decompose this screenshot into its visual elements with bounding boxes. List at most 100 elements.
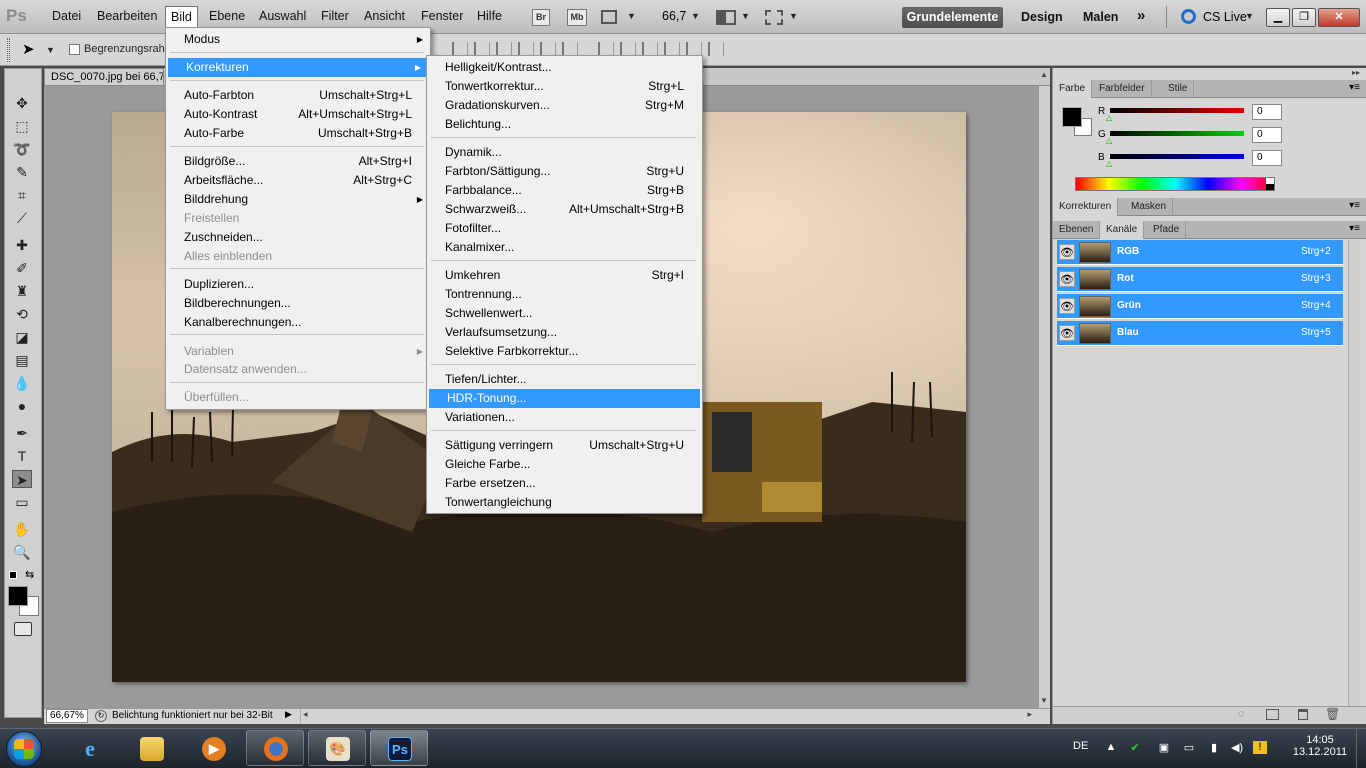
visibility-eye-icon[interactable]: 👁 bbox=[1059, 244, 1075, 260]
tab-farbe[interactable]: Farbe bbox=[1053, 80, 1093, 98]
tab-stile[interactable]: Stile bbox=[1162, 80, 1195, 98]
status-menu-arrow-icon[interactable]: ▶ bbox=[285, 709, 292, 720]
menu-item-kanalmixer[interactable]: Kanalmixer... bbox=[427, 238, 702, 257]
menu-item-arbeitsfläche[interactable]: Arbeitsfläche... Alt+Strg+C bbox=[166, 171, 430, 190]
menu-item-auto-farbton[interactable]: Auto-Farbton Umschalt+Strg+L bbox=[166, 86, 430, 105]
close-button[interactable]: ✕ bbox=[1318, 8, 1360, 27]
tab-farbfelder[interactable]: Farbfelder bbox=[1093, 80, 1152, 98]
shape-tool-icon[interactable]: ▭ bbox=[12, 493, 32, 511]
begrenzungsrahmen-checkbox[interactable] bbox=[69, 44, 80, 55]
restore-button[interactable]: ❐ bbox=[1292, 8, 1316, 27]
taskbar-paint[interactable]: 🎨 bbox=[308, 730, 366, 766]
menu-item-korrekturen[interactable]: Korrekturen ▶ bbox=[168, 58, 428, 77]
clone-stamp-icon[interactable]: ♜ bbox=[12, 282, 32, 300]
menu-item-kanalberechnungen[interactable]: Kanalberechnungen... bbox=[166, 313, 430, 332]
menu-item-alles-einblenden[interactable]: Alles einblenden bbox=[166, 247, 430, 266]
chevron-down-icon[interactable]: ▼ bbox=[627, 11, 636, 21]
align-vcenter-icon[interactable] bbox=[474, 42, 490, 56]
green-value-field[interactable]: 0 bbox=[1252, 127, 1282, 143]
history-brush-icon[interactable]: ⟲ bbox=[12, 305, 32, 323]
panel-menu-icon[interactable]: ▾≡ bbox=[1349, 82, 1360, 93]
menu-item-schwarzweiß[interactable]: Schwarzweiß... Alt+Umschalt+Strg+B bbox=[427, 200, 702, 219]
menu-item-dynamik[interactable]: Dynamik... bbox=[427, 143, 702, 162]
extras-icon[interactable] bbox=[601, 10, 617, 24]
move-tool-icon[interactable]: ➤ bbox=[22, 40, 35, 58]
distribute-left-icon[interactable] bbox=[664, 42, 680, 56]
menu-item-verlaufsumsetzung[interactable]: Verlaufsumsetzung... bbox=[427, 323, 702, 342]
visibility-eye-icon[interactable]: 👁 bbox=[1059, 298, 1075, 314]
minibridge-button[interactable]: Mb bbox=[567, 9, 587, 26]
chevron-down-icon[interactable]: ▼ bbox=[1245, 11, 1254, 21]
menu-item-duplizieren[interactable]: Duplizieren... bbox=[166, 275, 430, 294]
cs-live-icon[interactable] bbox=[1181, 9, 1196, 24]
taskbar-ie[interactable]: e bbox=[60, 730, 118, 766]
marquee-tool-icon[interactable]: ⬚ bbox=[12, 117, 32, 135]
menu-item-zuschneiden[interactable]: Zuschneiden... bbox=[166, 228, 430, 247]
healing-brush-icon[interactable]: ✚ bbox=[12, 236, 32, 254]
distribute-right-icon[interactable] bbox=[708, 42, 724, 56]
notification-icon[interactable]: ! bbox=[1253, 741, 1267, 754]
menu-filter[interactable]: Filter bbox=[321, 9, 349, 23]
menu-item-farbe-ersetzen[interactable]: Farbe ersetzen... bbox=[427, 474, 702, 493]
load-selection-icon[interactable]: ◌ bbox=[1238, 708, 1245, 720]
channel-row-rot[interactable]: 👁 Rot Strg+3 bbox=[1057, 267, 1343, 292]
swap-colors-icon[interactable]: ⇆ bbox=[25, 568, 34, 581]
minimize-button[interactable]: ▁ bbox=[1266, 8, 1290, 27]
menu-item-tonwertangleichung[interactable]: Tonwertangleichung bbox=[427, 493, 702, 512]
chevron-down-icon[interactable]: ▼ bbox=[789, 11, 798, 21]
tab-korrekturen[interactable]: Korrekturen bbox=[1053, 198, 1119, 216]
panel-menu-icon[interactable]: ▾≡ bbox=[1349, 223, 1360, 234]
quick-mask-icon[interactable] bbox=[14, 622, 32, 636]
dodge-tool-icon[interactable]: ● bbox=[12, 397, 32, 415]
menu-item-sättigung-verringern[interactable]: Sättigung verringern Umschalt+Strg+U bbox=[427, 436, 702, 455]
align-right-icon[interactable] bbox=[562, 42, 578, 56]
chevron-down-icon[interactable]: ▼ bbox=[46, 45, 55, 55]
menu-item-hdr-tonung[interactable]: HDR-Tonung... bbox=[429, 389, 700, 408]
menu-item-auto-farbe[interactable]: Auto-Farbe Umschalt+Strg+B bbox=[166, 124, 430, 143]
scroll-up-icon[interactable]: ▲ bbox=[1040, 70, 1048, 79]
foreground-color-swatch[interactable] bbox=[8, 586, 28, 606]
menu-item-fotofilter[interactable]: Fotofilter... bbox=[427, 219, 702, 238]
hand-tool-icon[interactable]: ✋ bbox=[12, 520, 32, 538]
security-icon[interactable]: ✔ bbox=[1128, 741, 1142, 754]
menu-auswahl[interactable]: Auswahl bbox=[259, 9, 306, 23]
menu-bearbeiten[interactable]: Bearbeiten bbox=[97, 9, 157, 23]
quick-selection-icon[interactable]: ✎ bbox=[12, 163, 32, 181]
menu-item-bildberechnungen[interactable]: Bildberechnungen... bbox=[166, 294, 430, 313]
visibility-eye-icon[interactable]: 👁 bbox=[1059, 325, 1075, 341]
default-colors-icon[interactable] bbox=[9, 571, 17, 579]
menu-item-umkehren[interactable]: Umkehren Strg+I bbox=[427, 266, 702, 285]
menu-item-belichtung[interactable]: Belichtung... bbox=[427, 115, 702, 134]
workspace-malen[interactable]: Malen bbox=[1083, 10, 1118, 24]
menu-item-bildgröße[interactable]: Bildgröße... Alt+Strg+I bbox=[166, 152, 430, 171]
red-slider[interactable] bbox=[1110, 108, 1244, 113]
gradient-tool-icon[interactable]: ▤ bbox=[12, 351, 32, 369]
distribute-vcenter-icon[interactable] bbox=[620, 42, 636, 56]
device-icon[interactable]: ▣ bbox=[1157, 741, 1171, 754]
monitor-icon[interactable]: ▭ bbox=[1182, 741, 1196, 754]
collapse-panels-icon[interactable]: ▸▸ bbox=[1352, 68, 1366, 80]
menu-hilfe[interactable]: Hilfe bbox=[477, 9, 502, 23]
scroll-down-icon[interactable]: ▼ bbox=[1040, 696, 1048, 705]
menu-item-datensatz-anwenden[interactable]: Datensatz anwenden... bbox=[166, 360, 430, 379]
vertical-scrollbar[interactable] bbox=[1038, 86, 1050, 708]
arrange-documents-icon[interactable] bbox=[716, 10, 736, 25]
color-spectrum-bar[interactable] bbox=[1075, 177, 1275, 191]
menu-item-überfüllen[interactable]: Überfüllen... bbox=[166, 388, 430, 407]
horizontal-scrollbar[interactable]: ◂ ▸ bbox=[300, 709, 1034, 723]
channels-scrollbar[interactable] bbox=[1348, 240, 1360, 706]
menu-item-helligkeit-kontrast[interactable]: Helligkeit/Kontrast... bbox=[427, 58, 702, 77]
green-slider[interactable] bbox=[1110, 131, 1244, 136]
menu-item-gleiche-farbe[interactable]: Gleiche Farbe... bbox=[427, 455, 702, 474]
red-value-field[interactable]: 0 bbox=[1252, 104, 1282, 120]
network-icon[interactable]: ▮ bbox=[1207, 741, 1221, 754]
distribute-top-icon[interactable] bbox=[598, 42, 614, 56]
document-tab[interactable]: DSC_0070.jpg bei 66,7 bbox=[44, 68, 164, 86]
menu-item-auto-kontrast[interactable]: Auto-Kontrast Alt+Umschalt+Strg+L bbox=[166, 105, 430, 124]
foreground-color-swatch[interactable] bbox=[1062, 107, 1082, 127]
taskbar-firefox[interactable] bbox=[246, 730, 304, 766]
eyedropper-icon[interactable]: ⟋ bbox=[12, 209, 32, 227]
menu-item-tiefen-lichter[interactable]: Tiefen/Lichter... bbox=[427, 370, 702, 389]
blue-value-field[interactable]: 0 bbox=[1252, 150, 1282, 166]
channel-row-blau[interactable]: 👁 Blau Strg+5 bbox=[1057, 321, 1343, 346]
